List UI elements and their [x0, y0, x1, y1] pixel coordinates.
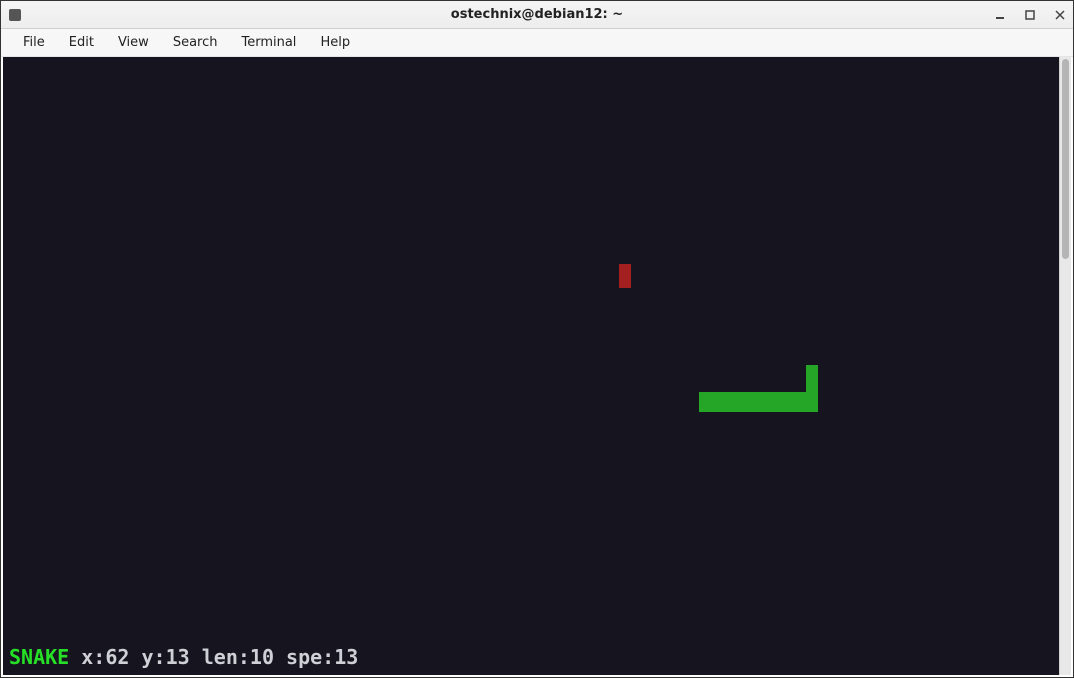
maximize-icon [1025, 10, 1035, 20]
menu-help[interactable]: Help [308, 31, 362, 54]
len-label: len: [202, 645, 250, 669]
window-title: ostechnix@debian12: ~ [451, 7, 623, 22]
terminal-viewport[interactable]: SNAKE x:62 y:13 len:10 spe:13 [3, 57, 1059, 675]
y-label: y: [142, 645, 166, 669]
minimize-button[interactable] [993, 8, 1007, 22]
x-value: 62 [105, 645, 129, 669]
maximize-button[interactable] [1023, 8, 1037, 22]
snake-food [619, 264, 631, 288]
y-value: 13 [166, 645, 190, 669]
game-status-line: SNAKE x:62 y:13 len:10 spe:13 [9, 645, 358, 669]
app-icon [9, 9, 21, 21]
menu-search[interactable]: Search [161, 31, 230, 54]
spe-value: 13 [334, 645, 358, 669]
game-title: SNAKE [9, 645, 69, 669]
titlebar-left [9, 9, 21, 21]
snake-segment [806, 365, 818, 412]
close-button[interactable] [1053, 8, 1067, 22]
terminal-container: SNAKE x:62 y:13 len:10 spe:13 [3, 57, 1071, 675]
menubar: File Edit View Search Terminal Help [1, 29, 1073, 57]
snake-segment [699, 392, 806, 412]
titlebar-right [993, 8, 1067, 22]
scrollbar-thumb[interactable] [1062, 59, 1069, 259]
minimize-icon [995, 10, 1005, 20]
menu-edit[interactable]: Edit [57, 31, 106, 54]
len-value: 10 [250, 645, 274, 669]
spe-label: spe: [286, 645, 334, 669]
terminal-scrollbar[interactable] [1059, 57, 1071, 675]
menu-file[interactable]: File [11, 31, 57, 54]
window-titlebar: ostechnix@debian12: ~ [1, 1, 1073, 29]
menu-terminal[interactable]: Terminal [229, 31, 308, 54]
menu-view[interactable]: View [106, 31, 161, 54]
x-label: x: [81, 645, 105, 669]
close-icon [1055, 10, 1065, 20]
